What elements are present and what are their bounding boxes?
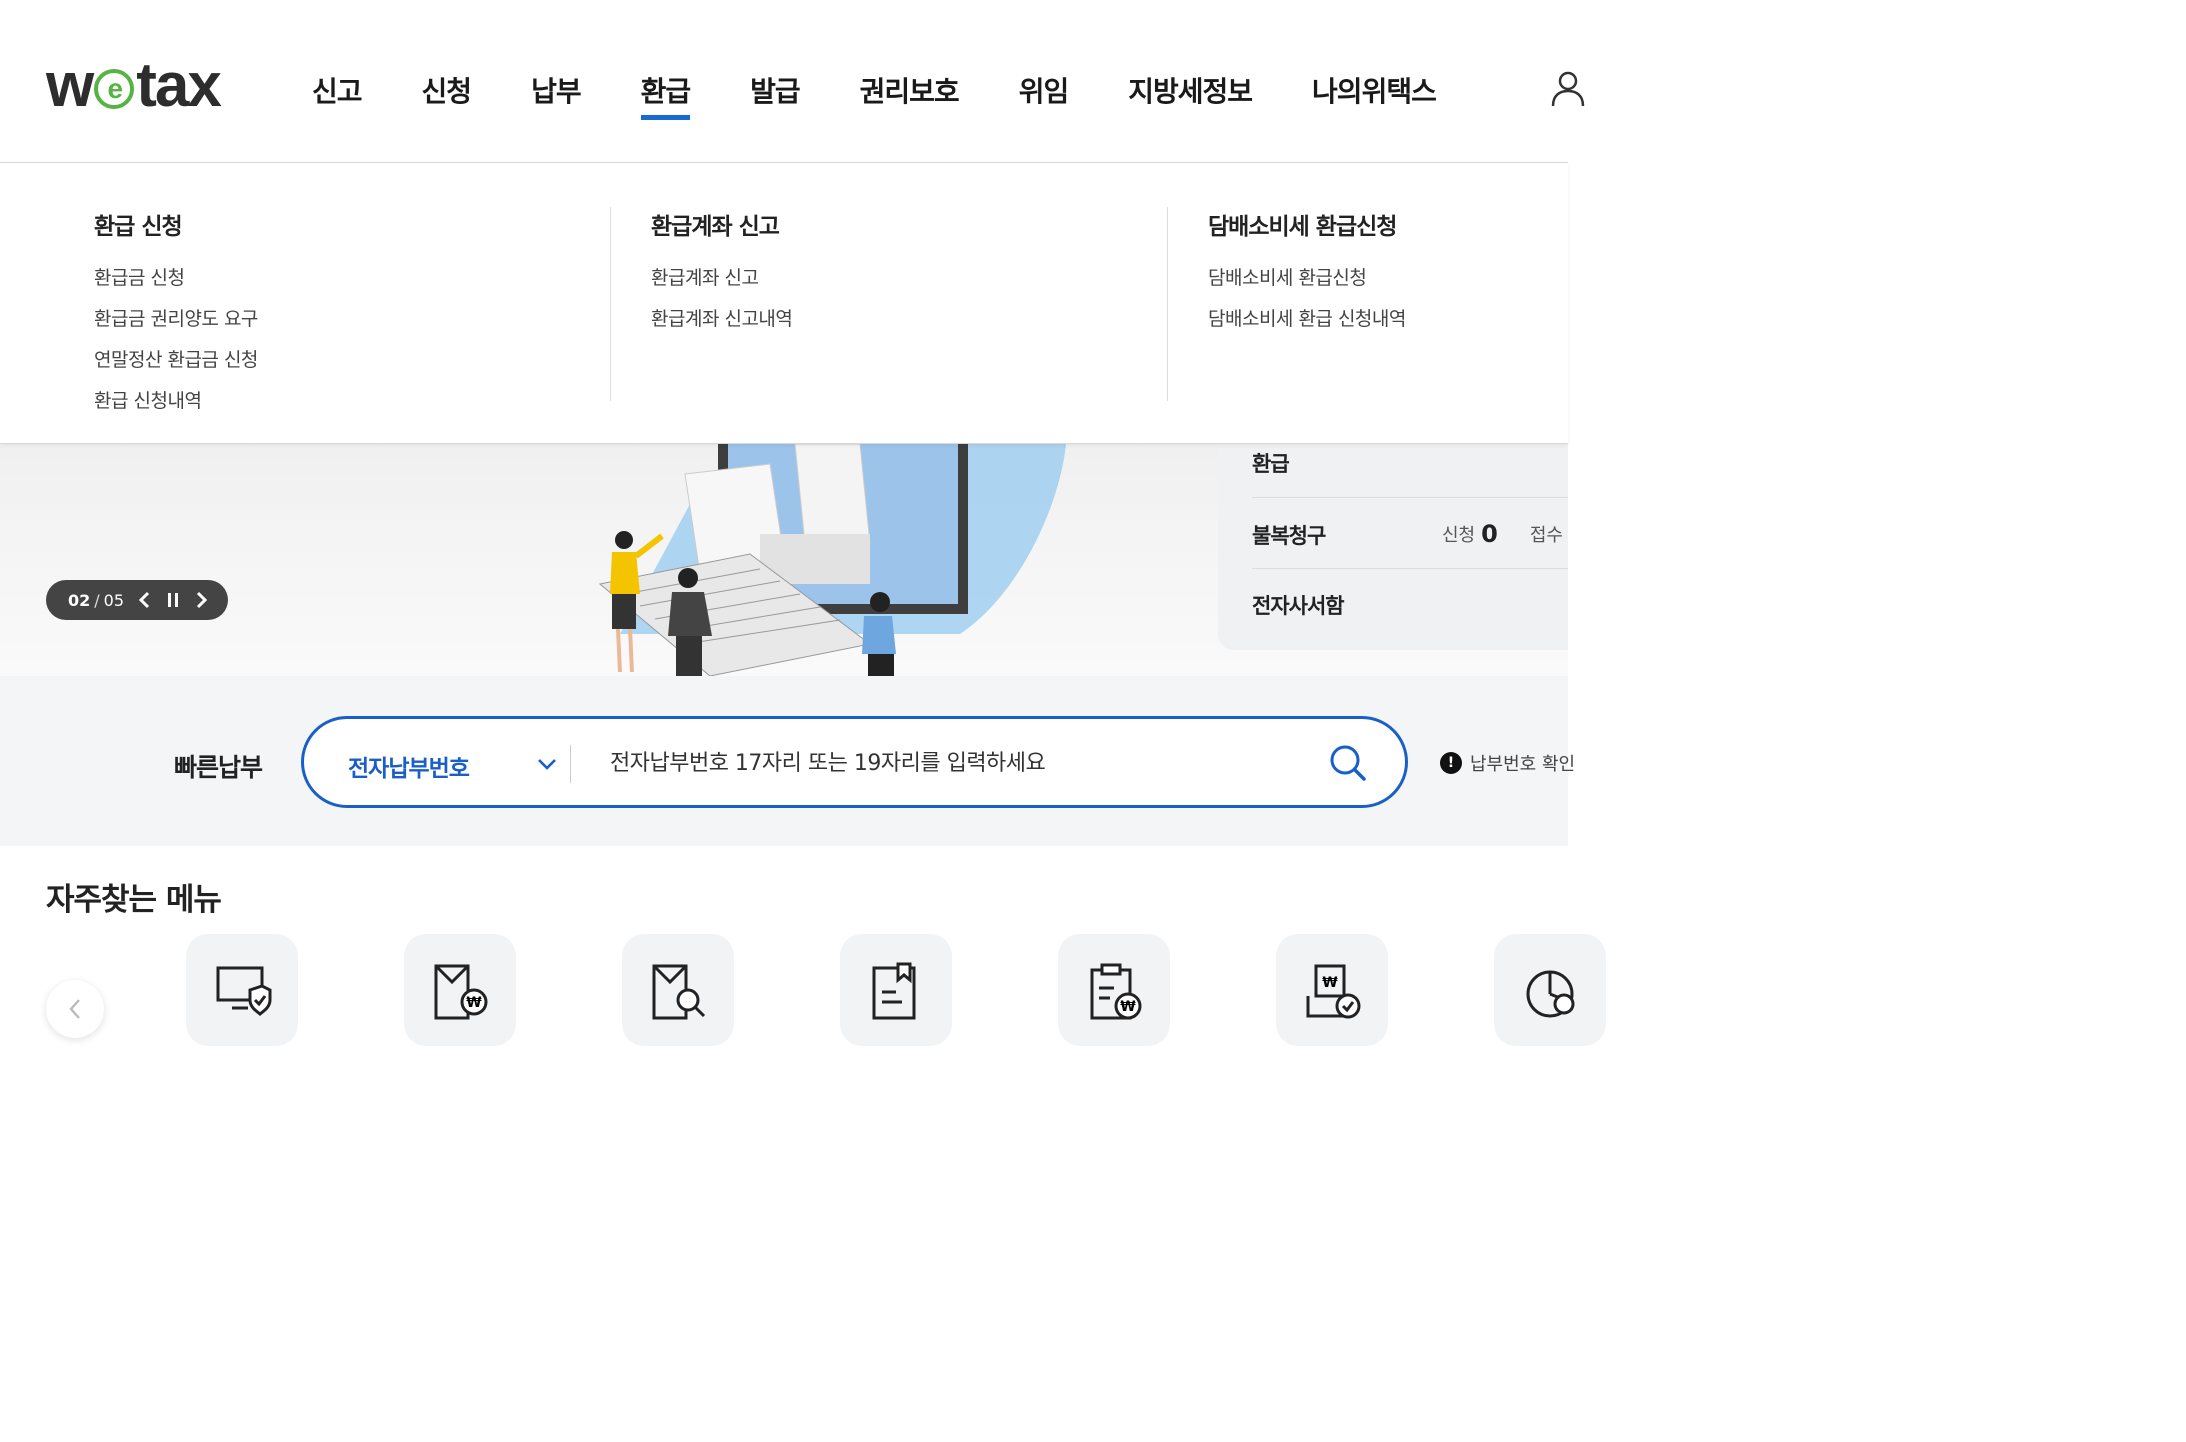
svg-text:₩: ₩ bbox=[466, 995, 482, 1011]
chevron-left-icon bbox=[69, 999, 80, 1019]
payment-number-notice[interactable]: ! 납부번호 확인 bbox=[1440, 750, 1575, 776]
hero-illustration bbox=[598, 444, 1066, 676]
logo-tax: tax bbox=[136, 51, 222, 120]
logo-e: e bbox=[94, 69, 135, 109]
document-bookmark-icon bbox=[872, 962, 916, 1020]
nav-my-wetax[interactable]: 나의위택스 bbox=[1312, 70, 1437, 120]
mega-link[interactable]: 담배소비세 환급 신청내역 bbox=[1208, 304, 1567, 331]
nav-pay[interactable]: 납부 bbox=[531, 70, 582, 120]
user-icon[interactable] bbox=[1548, 68, 1588, 108]
frequent-menu-item[interactable] bbox=[840, 934, 952, 1046]
tray-won-check-icon: ₩ bbox=[1306, 964, 1361, 1019]
nav-issue[interactable]: 발급 bbox=[750, 70, 801, 120]
pause-icon[interactable] bbox=[162, 589, 184, 611]
appeal-stats: 신청 0 접수 bbox=[1442, 520, 1563, 548]
frequent-menu-item[interactable]: ₩ bbox=[404, 934, 516, 1046]
chevron-right-icon[interactable] bbox=[190, 589, 212, 611]
monitor-shield-icon bbox=[216, 966, 272, 1017]
divider bbox=[1252, 497, 1568, 498]
stat-label-received: 접수 bbox=[1529, 525, 1563, 546]
frequent-menu-item[interactable] bbox=[186, 934, 298, 1046]
hero-banner: 02 / 05 환급 불복청구 신청 0 접수 전자사서함 bbox=[0, 444, 1568, 676]
site-header: w e tax 신고 신청 납부 환급 발급 권리보호 위임 지방세정보 나의위… bbox=[0, 0, 1585, 162]
payment-number-input[interactable] bbox=[610, 743, 1310, 783]
quick-pay-search-box: 전자납부번호 bbox=[301, 716, 1408, 808]
notice-text: 납부번호 확인 bbox=[1470, 754, 1576, 775]
status-side-panel: 환급 불복청구 신청 0 접수 전자사서함 bbox=[1218, 444, 1568, 650]
chevron-down-icon[interactable] bbox=[536, 753, 558, 775]
nav-delegate[interactable]: 위임 bbox=[1019, 70, 1070, 120]
side-item-refund[interactable]: 환급 bbox=[1252, 448, 1568, 478]
quick-pay-label: 빠른납부 bbox=[174, 753, 263, 782]
slide-current: 02 bbox=[68, 590, 91, 610]
mega-col-tobacco-refund: 담배소비세 환급신청 담배소비세 환급신청 담배소비세 환급 신청내역 bbox=[1167, 207, 1567, 401]
clipboard-won-icon: ₩ bbox=[1090, 963, 1142, 1020]
frequent-menu-item[interactable]: ₩ bbox=[1058, 934, 1170, 1046]
logo-w: w bbox=[46, 51, 94, 120]
mega-col-refund-account: 환급계좌 신고 환급계좌 신고 환급계좌 신고내역 bbox=[610, 207, 1150, 401]
pie-chart-icon bbox=[1526, 970, 1575, 1018]
mega-link[interactable]: 연말정산 환급금 신청 bbox=[94, 345, 594, 372]
envelope-won-icon: ₩ bbox=[434, 964, 488, 1020]
mega-title[interactable]: 환급계좌 신고 bbox=[651, 207, 1150, 241]
payment-type-select[interactable]: 전자납부번호 bbox=[348, 749, 470, 783]
quick-pay-section: 빠른납부 전자납부번호 ! 납부번호 확인 bbox=[0, 676, 1575, 846]
nav-apply[interactable]: 신청 bbox=[422, 70, 473, 120]
svg-text:₩: ₩ bbox=[1120, 999, 1136, 1015]
mega-link[interactable]: 환급금 권리양도 요구 bbox=[94, 304, 594, 331]
nav-report[interactable]: 신고 bbox=[312, 70, 363, 120]
refund-mega-menu: 환급 신청 환급금 신청 환급금 권리양도 요구 연말정산 환급금 신청 환급 … bbox=[0, 162, 1568, 444]
main-nav: 신고 신청 납부 환급 발급 권리보호 위임 지방세정보 나의위택스 bbox=[312, 70, 1496, 120]
stat-value-apply[interactable]: 0 bbox=[1481, 520, 1498, 548]
slide-separator: / bbox=[94, 590, 100, 610]
slide-total: 05 bbox=[103, 590, 125, 610]
side-item-e-mailbox[interactable]: 전자사서함 bbox=[1252, 590, 1568, 620]
divider bbox=[1252, 568, 1568, 569]
search-icon[interactable] bbox=[1326, 741, 1370, 785]
svg-text:₩: ₩ bbox=[1322, 975, 1338, 991]
nav-local-tax-info[interactable]: 지방세정보 bbox=[1128, 70, 1253, 120]
mega-title[interactable]: 환급 신청 bbox=[94, 207, 594, 241]
mega-col-refund-apply: 환급 신청 환급금 신청 환급금 권리양도 요구 연말정산 환급금 신청 환급 … bbox=[94, 207, 594, 412]
mega-link[interactable]: 환급계좌 신고 bbox=[651, 263, 1150, 290]
carousel-prev-button[interactable] bbox=[46, 980, 104, 1038]
frequent-menu-item[interactable] bbox=[1494, 934, 1606, 1046]
nav-rights[interactable]: 권리보호 bbox=[860, 70, 960, 120]
mega-title[interactable]: 담배소비세 환급신청 bbox=[1208, 207, 1567, 241]
mega-link[interactable]: 환급 신청내역 bbox=[94, 386, 594, 413]
frequent-menu-item[interactable] bbox=[622, 934, 734, 1046]
frequent-menu-item[interactable]: ₩ bbox=[1276, 934, 1388, 1046]
slider-control: 02 / 05 bbox=[46, 580, 228, 620]
divider bbox=[570, 745, 571, 783]
mega-link[interactable]: 환급계좌 신고내역 bbox=[651, 304, 1150, 331]
envelope-search-icon bbox=[652, 964, 706, 1020]
exclamation-icon: ! bbox=[1440, 752, 1462, 774]
nav-refund[interactable]: 환급 bbox=[640, 70, 691, 120]
frequent-menu-title: 자주찾는 메뉴 bbox=[46, 882, 222, 918]
chevron-left-icon[interactable] bbox=[134, 589, 156, 611]
stat-label-apply: 신청 bbox=[1442, 525, 1476, 546]
mega-link[interactable]: 환급금 신청 bbox=[94, 263, 594, 290]
wetax-logo[interactable]: w e tax bbox=[46, 51, 222, 120]
mega-link[interactable]: 담배소비세 환급신청 bbox=[1208, 263, 1567, 290]
